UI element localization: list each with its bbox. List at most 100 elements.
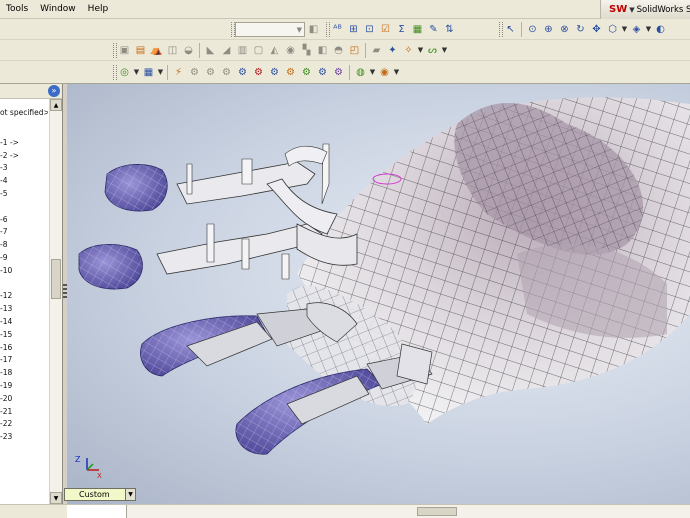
appearance-icon[interactable]: ◍: [353, 65, 368, 80]
section-icon[interactable]: ⚙: [299, 65, 314, 80]
zoom-area-icon[interactable]: ⊕: [541, 22, 556, 37]
colors-icon[interactable]: ▦: [410, 22, 425, 37]
pan-icon[interactable]: ✥: [589, 22, 604, 37]
extrude-icon[interactable]: ▤: [133, 43, 148, 58]
fillet-icon[interactable]: ◣: [203, 43, 218, 58]
view-orientation-icon[interactable]: ⬡: [605, 22, 620, 37]
curve-icon[interactable]: ᔕ: [425, 43, 440, 58]
tree-item[interactable]: -22: [0, 418, 48, 430]
menu-help[interactable]: Help: [82, 4, 115, 14]
menu-window[interactable]: Window: [34, 4, 82, 14]
reference-icon[interactable]: ◰: [347, 43, 362, 58]
scroll-up-icon[interactable]: ▲: [50, 99, 62, 111]
tree-item[interactable]: -20: [0, 393, 48, 405]
chevron-down-icon[interactable]: ▼: [393, 65, 400, 80]
tree-item[interactable]: -4: [0, 175, 48, 187]
hole-icon[interactable]: ◉: [283, 43, 298, 58]
draft-icon[interactable]: ◭: [267, 43, 282, 58]
mirror-icon[interactable]: ◧: [315, 43, 330, 58]
smart-icon[interactable]: ⇅: [442, 22, 457, 37]
tree-item[interactable]: [0, 201, 48, 213]
tree-item[interactable]: -5: [0, 188, 48, 200]
tree-item[interactable]: -10: [0, 265, 48, 277]
measure-icon[interactable]: ⊡: [362, 22, 377, 37]
tree-item[interactable]: [0, 278, 48, 290]
zoom-in-icon[interactable]: ⊗: [557, 22, 572, 37]
graphics-viewport[interactable]: Z X: [67, 84, 690, 504]
tree-item[interactable]: ot specified>: [0, 107, 48, 119]
tree-item[interactable]: -14: [0, 316, 48, 328]
move-component-icon[interactable]: ⚡: [171, 65, 186, 80]
tree-item[interactable]: -18: [0, 367, 48, 379]
chevron-down-icon[interactable]: ▼: [133, 65, 140, 80]
zoom-fit-icon[interactable]: ⊙: [525, 22, 540, 37]
menu-tools[interactable]: Tools: [0, 4, 34, 14]
chevron-down-icon[interactable]: ▼: [621, 22, 628, 37]
tree-item[interactable]: -23: [0, 431, 48, 443]
horizontal-scrollbar[interactable]: [67, 504, 690, 518]
app-title-bar[interactable]: SW ▼ SolidWorks Se: [600, 0, 690, 19]
tree-item[interactable]: -13: [0, 303, 48, 315]
transparency-icon[interactable]: ⚙: [283, 65, 298, 80]
tree-item[interactable]: -6: [0, 214, 48, 226]
check-icon[interactable]: ☑: [378, 22, 393, 37]
scroll-thumb[interactable]: [417, 507, 457, 516]
pattern-icon[interactable]: ▚: [299, 43, 314, 58]
hide-icon[interactable]: ⚙: [251, 65, 266, 80]
pointer-icon[interactable]: ↖: [503, 22, 518, 37]
rebuild-icon[interactable]: ◧: [306, 22, 321, 37]
shell-icon[interactable]: ▢: [251, 43, 266, 58]
sweep-icon[interactable]: ◒: [181, 43, 196, 58]
hierarchy-icon[interactable]: ⊞: [346, 22, 361, 37]
spell-check-icon[interactable]: ᴬᴮ: [330, 22, 345, 37]
expand-icon[interactable]: »: [48, 85, 60, 97]
smart-fastener-icon[interactable]: ⚙: [203, 65, 218, 80]
sketch-dropdown[interactable]: ▼: [235, 22, 305, 37]
tree-item[interactable]: -7: [0, 226, 48, 238]
scroll-down-icon[interactable]: ▼: [50, 492, 62, 504]
model-tab[interactable]: [67, 505, 127, 518]
tree-item[interactable]: [0, 124, 48, 136]
tree-item[interactable]: -21: [0, 406, 48, 418]
show-icon[interactable]: ⚙: [267, 65, 282, 80]
chevron-down-icon[interactable]: ▼: [369, 65, 376, 80]
display-style-icon[interactable]: ◈: [629, 22, 644, 37]
coordinate-icon[interactable]: ✧: [401, 43, 416, 58]
chevron-down-icon[interactable]: ▼: [645, 22, 652, 37]
tools-icon[interactable]: ✎: [426, 22, 441, 37]
chevron-down-icon[interactable]: ▼: [417, 43, 424, 58]
chevron-down-icon[interactable]: ▼: [157, 65, 164, 80]
explode-icon[interactable]: ⚙: [219, 65, 234, 80]
chamfer-icon[interactable]: ◢: [219, 43, 234, 58]
tree-item[interactable]: -3: [0, 162, 48, 174]
mate-icon[interactable]: ▦: [141, 65, 156, 80]
revolve-icon[interactable]: ⛺: [149, 43, 164, 58]
tree-item[interactable]: -9: [0, 252, 48, 264]
tree-item[interactable]: -2 ->: [0, 150, 48, 162]
rib-icon[interactable]: ▥: [235, 43, 250, 58]
scroll-thumb[interactable]: [51, 259, 61, 299]
scene-icon[interactable]: ◉: [377, 65, 392, 80]
interference-icon[interactable]: ⚙: [235, 65, 250, 80]
tree-item[interactable]: -8: [0, 239, 48, 251]
sum-icon[interactable]: Σ: [394, 22, 409, 37]
chevron-down-icon[interactable]: ▼: [441, 43, 448, 58]
axis-icon[interactable]: ✦: [385, 43, 400, 58]
tree-item[interactable]: -15: [0, 329, 48, 341]
hide-show-icon[interactable]: ◐: [653, 22, 668, 37]
edit-icon[interactable]: ▣: [117, 43, 132, 58]
assembly-icon[interactable]: ◎: [117, 65, 132, 80]
tree-item[interactable]: -12: [0, 290, 48, 302]
plane-icon[interactable]: ▰: [369, 43, 384, 58]
lighting-icon[interactable]: ⚙: [331, 65, 346, 80]
tree-item[interactable]: -19: [0, 380, 48, 392]
physical-dynamics-icon[interactable]: ⚙: [315, 65, 330, 80]
tree-item[interactable]: -16: [0, 342, 48, 354]
view-orientation-select[interactable]: Custom ▼: [64, 488, 136, 501]
dome-icon[interactable]: ◓: [331, 43, 346, 58]
rotate-icon[interactable]: ↻: [573, 22, 588, 37]
rotate-component-icon[interactable]: ⚙: [187, 65, 202, 80]
chevron-down-icon[interactable]: ▼: [125, 489, 135, 500]
tree-item[interactable]: -17: [0, 354, 48, 366]
tree-scrollbar[interactable]: ▲ ▼: [49, 99, 62, 504]
